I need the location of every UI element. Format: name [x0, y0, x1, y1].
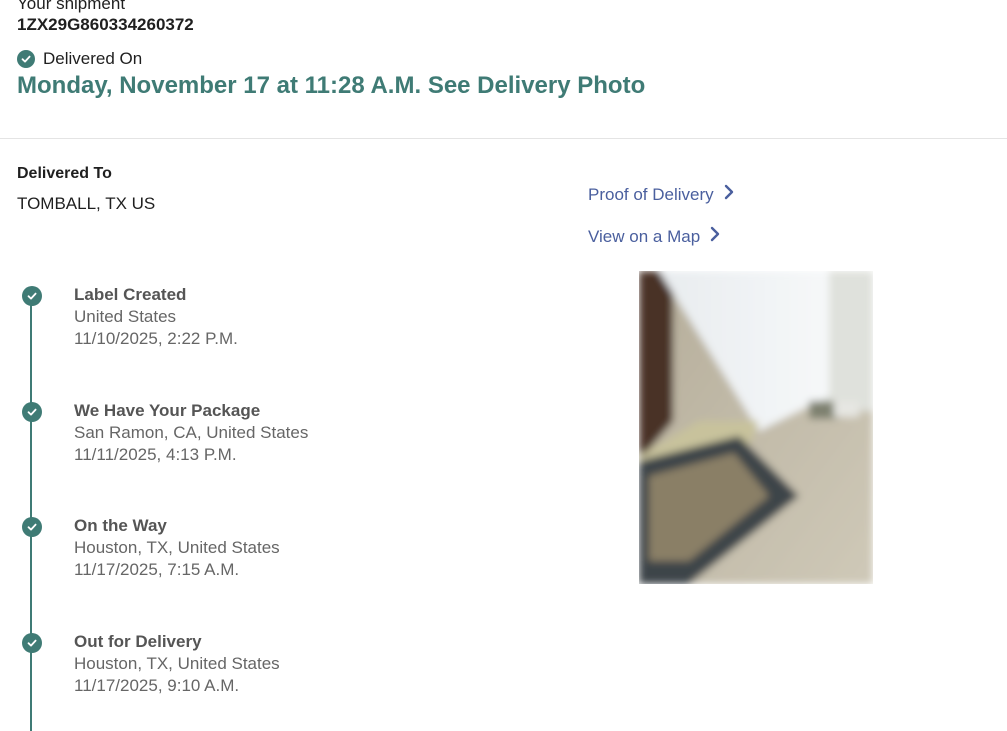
event-datetime: 11/10/2025, 2:22 P.M.	[74, 329, 238, 348]
check-circle-icon	[22, 286, 42, 306]
event-title: We Have Your Package	[74, 401, 261, 420]
tracking-page: Your shipment 1ZX29G860334260372 Deliver…	[0, 0, 1007, 731]
timeline-line	[30, 296, 32, 731]
proof-of-delivery-label: Proof of Delivery	[588, 184, 714, 204]
event-title: Out for Delivery	[74, 632, 202, 651]
check-circle-icon	[22, 402, 42, 422]
event-location: Houston, TX, United States	[74, 654, 280, 673]
proof-of-delivery-link[interactable]: Proof of Delivery	[588, 184, 734, 205]
event-location: United States	[74, 307, 177, 326]
status-label: Delivered On	[43, 49, 143, 68]
tracking-number: 1ZX29G860334260372	[17, 15, 194, 34]
shipment-caption: Your shipment	[17, 0, 126, 13]
view-on-map-link[interactable]: View on a Map	[588, 226, 720, 247]
event-location: San Ramon, CA, United States	[74, 423, 309, 442]
check-circle-icon	[22, 633, 42, 653]
event-location: Houston, TX, United States	[74, 538, 280, 557]
view-on-map-label: View on a Map	[588, 226, 701, 246]
chevron-right-icon	[724, 184, 734, 205]
event-datetime: 11/11/2025, 4:13 P.M.	[74, 445, 237, 464]
delivered-to-label: Delivered To	[17, 165, 112, 182]
check-circle-icon	[22, 517, 42, 537]
delivery-photo[interactable]	[639, 271, 873, 584]
event-datetime: 11/17/2025, 9:10 A.M.	[74, 676, 240, 695]
see-delivery-photo-link[interactable]: See Delivery Photo	[428, 72, 645, 99]
event-title: Label Created	[74, 285, 187, 304]
delivery-headline: Monday, November 17 at 11:28 A.M. See De…	[17, 71, 645, 101]
event-title: On the Way	[74, 516, 167, 535]
section-divider	[0, 138, 1007, 139]
delivered-to-address: TOMBALL, TX US	[17, 194, 156, 213]
check-circle-icon	[17, 50, 35, 68]
delivery-datetime: Monday, November 17 at 11:28 A.M.	[17, 72, 422, 99]
chevron-right-icon	[710, 226, 720, 247]
event-datetime: 11/17/2025, 7:15 A.M.	[74, 560, 240, 579]
delivery-status: Delivered On	[17, 49, 142, 69]
